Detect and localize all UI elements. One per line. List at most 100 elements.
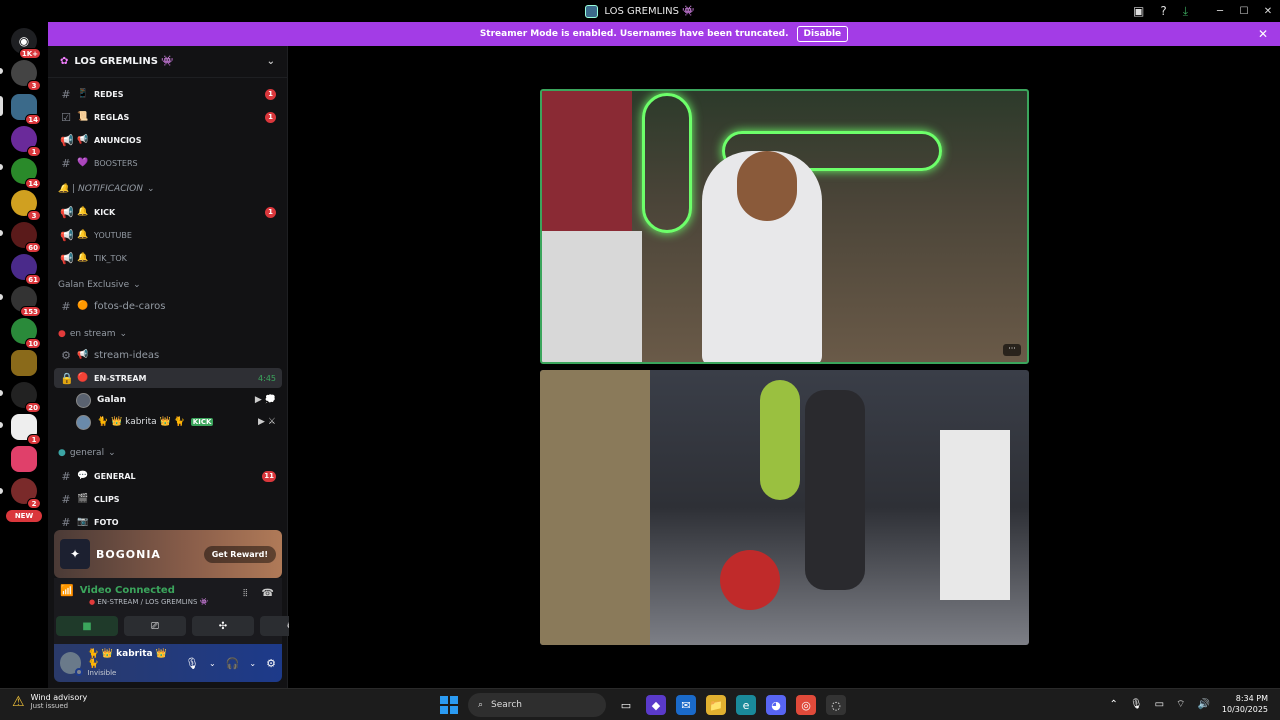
disable-button[interactable]: Disable [796,26,849,42]
video-tile-speaking[interactable]: ··· [540,89,1029,364]
voice-status[interactable]: Video Connected [80,585,175,596]
help-icon[interactable]: ? [1160,4,1166,18]
chevron-up-icon[interactable]: ⌃ [1109,699,1117,710]
download-icon[interactable]: ⤓ [1183,4,1188,19]
server-icon-5[interactable]: 3 [11,190,41,221]
server-icon-3[interactable]: 1 [11,126,41,157]
channel-tiktok[interactable]: 📢 🔔 TIK_TOK [54,248,282,268]
taskview-icon[interactable]: ▭ [616,695,636,715]
video-tile[interactable] [540,370,1029,645]
server-icon-1[interactable]: 3 [11,60,41,91]
server-icon-gremlins[interactable]: 14 [11,94,41,125]
hash-icon: # [61,515,71,529]
screen-share-button[interactable]: ⎚ [124,616,186,636]
more-options-icon[interactable]: ··· [1003,344,1021,356]
channel-redes[interactable]: # 📱 REDES 1 [54,84,282,104]
channel-stream-ideas[interactable]: ⚙ 📢 stream-ideas [54,345,282,365]
rules-icon: ☑ [61,110,71,124]
chevron-down-icon[interactable]: ⌄ [209,659,216,668]
category-general[interactable]: ● general ⌄ [58,448,116,458]
channel-youtube[interactable]: 📢 🔔 YOUTUBE [54,225,282,245]
headphones-icon[interactable]: 🎧 [226,657,240,670]
new-badge[interactable]: NEW [6,510,42,522]
mention-badge: 1 [265,88,276,100]
channel-reglas[interactable]: ☑ 📜 REGLAS 1 [54,107,282,127]
category-notificacion[interactable]: 🔔 | NOTIFICACION ⌄ [58,184,155,194]
server-icon-7[interactable]: 61 [11,254,41,285]
hash-icon: # [61,469,71,483]
mention-badge: 11 [262,470,276,482]
voice-lock-icon: 🔒 [60,371,74,385]
signal-icon[interactable]: 📶 [60,584,74,597]
wifi-icon[interactable]: ⌔ [1176,698,1185,711]
volume-icon[interactable]: 🔊 [1197,699,1209,710]
neon-light [642,93,692,233]
server-header[interactable]: ✿ LOS GREMLINS 👾 ⌄ [48,46,287,78]
home-button[interactable]: ◉ 1K+ [11,28,41,59]
poster-image [542,91,632,241]
server-icon-6[interactable]: 60 [11,222,41,253]
speech-bubble-icon: 💬 [77,471,89,481]
get-reward-button[interactable]: Get Reward! [203,545,276,563]
mention-badge: 1 [265,111,276,123]
category-en-stream[interactable]: ● en stream ⌄ [58,329,127,339]
outlook-icon[interactable]: ✉ [676,695,696,715]
avatar[interactable] [60,652,84,676]
channel-anuncios[interactable]: 📢 📢 ANUNCIOS [54,130,282,150]
server-name: LOS GREMLINS 👾 [74,56,174,67]
windows-start-icon[interactable] [440,696,458,714]
activities-button[interactable]: ✣ [192,616,254,636]
settings-gear-icon[interactable]: ⚙ [266,657,276,670]
chevron-down-icon[interactable]: ⌄ [249,659,256,668]
channel-en-stream[interactable]: 🔒 🔴 EN-STREAM 4:45 [54,368,282,388]
channel-fotos-de-caros[interactable]: # 🟠 fotos-de-caros [54,296,282,316]
red-circle-icon: ● [58,329,66,339]
camera-button[interactable]: ■ [56,616,118,636]
voice-user-kabrita[interactable]: 🐈 👑 kabrita 👑 🐈 KICK ▶ ⚔ [76,412,282,432]
microphone-icon[interactable]: 🎙 [1130,699,1143,710]
streamer-mode-banner: Streamer Mode is enabled. Usernames have… [48,22,1280,46]
chrome-icon[interactable]: ◎ [796,695,816,715]
inbox-icon[interactable]: ▣ [1133,4,1144,18]
mention-badge: 1 [265,206,276,218]
noise-suppression-icon[interactable]: ⦙⦙ [243,588,247,599]
server-icon-14[interactable]: 2 [11,478,41,509]
promo-card[interactable]: ✦ BOGONIA Get Reward! [54,530,282,578]
channel-boosters[interactable]: # 💜 BOOSTERS [54,153,282,173]
close-banner-icon[interactable]: ✕ [1258,27,1268,41]
server-icon-11[interactable]: 20 [11,382,41,413]
file-explorer-icon[interactable]: 📁 [706,695,726,715]
disconnect-icon[interactable]: ☎ [262,588,274,599]
server-icon-12[interactable]: 1 [11,414,41,445]
server-icon-9[interactable]: 10 [11,318,41,349]
announcement-icon: 📢 [60,205,74,219]
voice-user-galan[interactable]: Galan ▶ 💭 [76,390,282,410]
edge-icon[interactable]: e [736,695,756,715]
app-icon[interactable]: ◌ [826,695,846,715]
bell-icon: 🔔 [77,253,89,263]
channel-kick[interactable]: 📢 🔔 KICK 1 [54,202,282,222]
warning-icon: ⚠ [12,693,25,710]
server-icon-13[interactable] [11,446,37,472]
voice-timer: 4:45 [258,373,276,383]
maximize-button[interactable]: ☐ [1232,6,1256,17]
microphone-icon[interactable]: 🎙 [185,657,199,670]
discord-icon[interactable]: ◕ [766,695,786,715]
server-icon-8[interactable]: 153 [11,286,41,317]
clock[interactable]: 8:34 PM 10/30/2025 [1222,693,1268,715]
weather-widget[interactable]: ⚠ Wind advisory Just issued [12,693,87,710]
category-galan-exclusive[interactable]: Galan Exclusive ⌄ [58,280,141,290]
voice-location[interactable]: ● EN-STREAM / LOS GREMLINS 👾 [54,598,282,606]
close-button[interactable]: ✕ [1256,6,1280,17]
minimize-button[interactable]: ─ [1208,6,1232,17]
copilot-icon[interactable]: ◆ [646,695,666,715]
display-icon[interactable]: ▭ [1155,699,1164,710]
server-icon-4[interactable]: 14 [11,158,41,189]
channel-general[interactable]: # 💬 GENERAL 11 [54,466,282,486]
channel-clips[interactable]: # 🎬 CLIPS [54,489,282,509]
avatar [76,414,91,430]
inflatable-image [760,380,800,500]
channel-foto[interactable]: # 📷 FOTO [54,512,282,532]
server-icon-10[interactable] [11,350,37,376]
search-box[interactable]: ⌕ Search [468,693,606,717]
